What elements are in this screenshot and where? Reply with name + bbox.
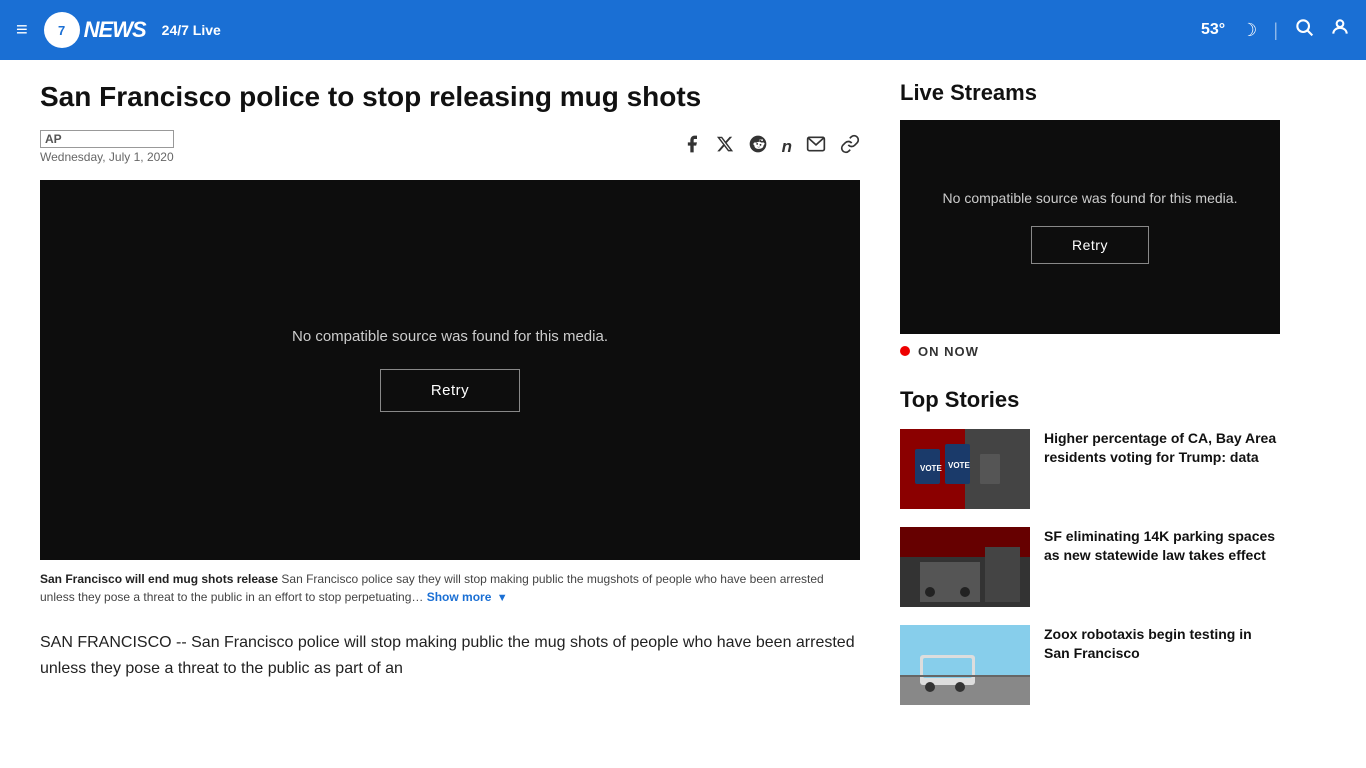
on-now-dot — [900, 346, 910, 356]
story-thumbnail-3 — [900, 625, 1030, 705]
temperature-display: 53° — [1201, 21, 1225, 39]
story-text-3: Zoox robotaxis begin testing in San Fran… — [1044, 625, 1280, 664]
page-container: San Francisco police to stop releasing m… — [0, 60, 1366, 743]
on-now-text: ON NOW — [918, 344, 979, 359]
story-item[interactable]: SF eliminating 14K parking spaces as new… — [900, 527, 1280, 607]
facebook-icon[interactable] — [682, 134, 702, 159]
caption-bold-text: San Francisco will end mug shots release — [40, 572, 278, 586]
header-left: ≡ 7 NEWS 24/7 Live — [16, 12, 221, 48]
story-item[interactable]: VOTE VOTE Higher percentage of CA, Bay A… — [900, 429, 1280, 509]
video-caption: San Francisco will end mug shots release… — [40, 570, 860, 607]
story-item[interactable]: Zoox robotaxis begin testing in San Fran… — [900, 625, 1280, 705]
article-date: Wednesday, July 1, 2020 — [40, 150, 174, 164]
moon-icon: ☽ — [1241, 20, 1257, 41]
main-content: San Francisco police to stop releasing m… — [40, 80, 860, 723]
svg-text:VOTE: VOTE — [948, 461, 970, 470]
main-video-retry-button[interactable]: Retry — [380, 369, 520, 412]
header-right: 53° ☽ | — [1201, 17, 1350, 43]
email-icon[interactable] — [806, 134, 826, 159]
sidebar: Live Streams No compatible source was fo… — [900, 80, 1280, 723]
newsbreak-icon[interactable]: n — [782, 137, 792, 157]
story-text-2: SF eliminating 14K parking spaces as new… — [1044, 527, 1280, 566]
main-video-player: No compatible source was found for this … — [40, 180, 860, 560]
twitter-x-icon[interactable] — [716, 135, 734, 158]
sidebar-video-player: No compatible source was found for this … — [900, 120, 1280, 334]
story-thumbnail-2 — [900, 527, 1030, 607]
header-divider: | — [1273, 20, 1278, 41]
share-icons: n — [682, 134, 860, 159]
main-header: ≡ 7 NEWS 24/7 Live 53° ☽ | — [0, 0, 1366, 60]
chevron-down-icon: ▼ — [497, 592, 508, 604]
article-meta: AP Wednesday, July 1, 2020 n — [40, 130, 860, 164]
on-now-row: ON NOW — [900, 344, 1280, 359]
article-title: San Francisco police to stop releasing m… — [40, 80, 860, 114]
logo-area: 7 NEWS — [44, 12, 146, 48]
live-badge[interactable]: 24/7 Live — [162, 22, 221, 38]
reddit-icon[interactable] — [748, 134, 768, 159]
logo-number: 7 — [58, 23, 65, 38]
sidebar-video-retry-button[interactable]: Retry — [1031, 226, 1149, 264]
article-body: SAN FRANCISCO -- San Francisco police wi… — [40, 630, 860, 681]
story-headline-3[interactable]: Zoox robotaxis begin testing in San Fran… — [1044, 626, 1252, 662]
show-more-link[interactable]: Show more ▼ — [427, 590, 508, 604]
search-icon[interactable] — [1294, 17, 1314, 43]
hamburger-icon[interactable]: ≡ — [16, 19, 28, 42]
story-thumbnail-1: VOTE VOTE — [900, 429, 1030, 509]
main-video-error-text: No compatible source was found for this … — [292, 328, 608, 345]
logo-circle: 7 — [44, 12, 80, 48]
top-stories-title: Top Stories — [900, 387, 1280, 413]
story-headline-1[interactable]: Higher percentage of CA, Bay Area reside… — [1044, 430, 1276, 466]
sidebar-video-error-text: No compatible source was found for this … — [943, 190, 1238, 206]
link-icon[interactable] — [840, 134, 860, 159]
story-text-1: Higher percentage of CA, Bay Area reside… — [1044, 429, 1280, 468]
meta-left: AP Wednesday, July 1, 2020 — [40, 130, 174, 164]
story-headline-2[interactable]: SF eliminating 14K parking spaces as new… — [1044, 528, 1275, 564]
svg-text:VOTE: VOTE — [920, 464, 942, 473]
live-streams-title: Live Streams — [900, 80, 1280, 106]
source-badge: AP — [40, 130, 174, 148]
logo-text: NEWS — [84, 17, 146, 43]
article-body-text: SAN FRANCISCO -- San Francisco police wi… — [40, 630, 860, 681]
user-icon[interactable] — [1330, 17, 1350, 43]
